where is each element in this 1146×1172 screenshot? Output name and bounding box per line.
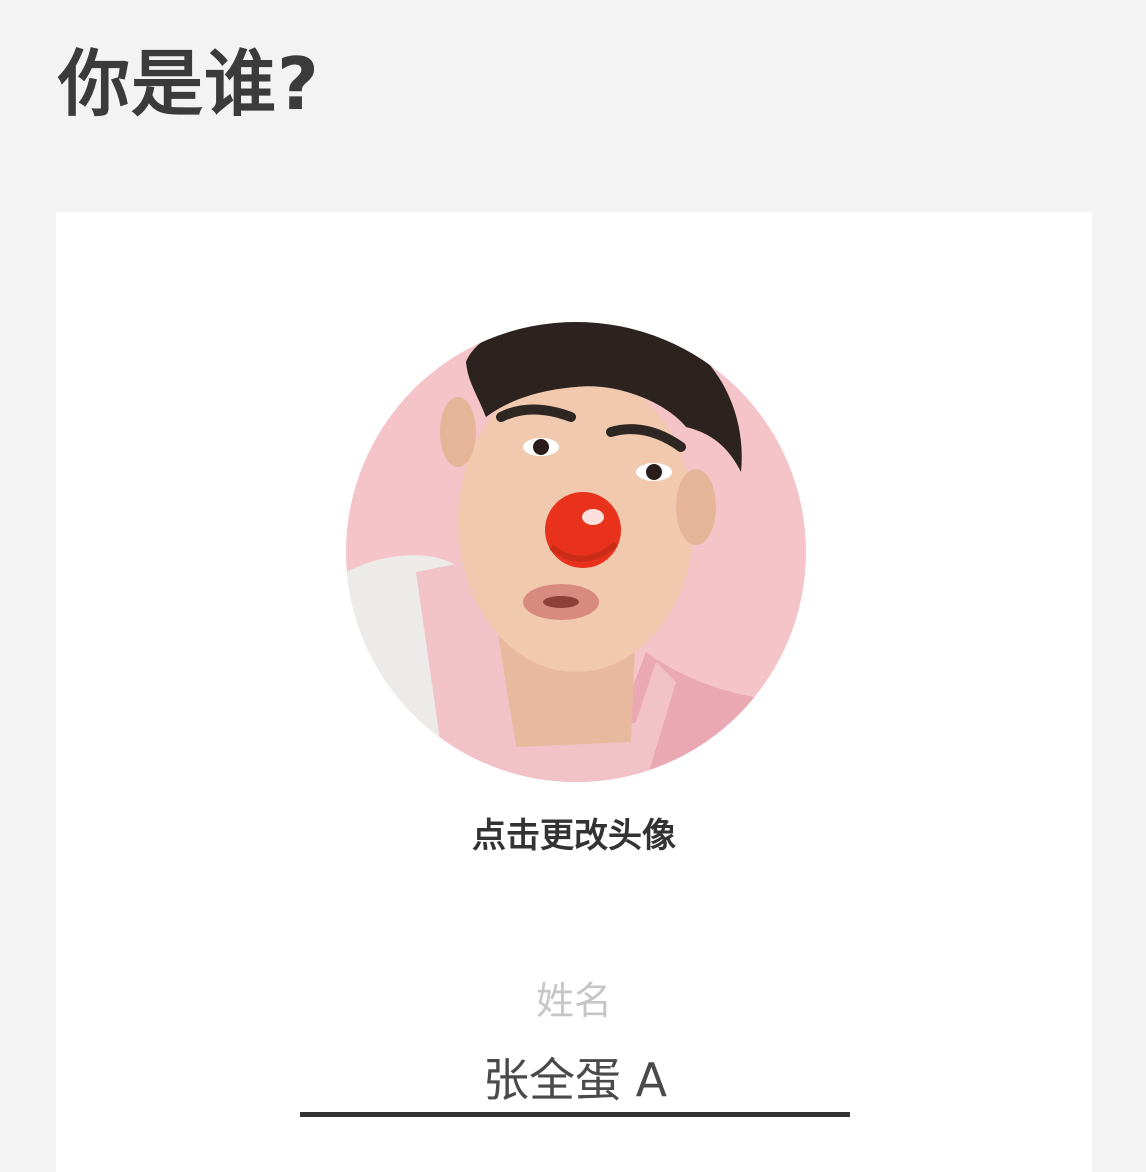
name-label: 姓名: [535, 979, 612, 1023]
profile-card: 点击更改头像 姓名: [56, 212, 1092, 1172]
change-avatar-caption[interactable]: 点击更改头像: [56, 808, 1092, 857]
name-input[interactable]: [300, 1042, 850, 1117]
avatar[interactable]: [346, 322, 806, 782]
avatar-image: [346, 322, 806, 782]
page-title: 你是谁?: [58, 42, 320, 126]
